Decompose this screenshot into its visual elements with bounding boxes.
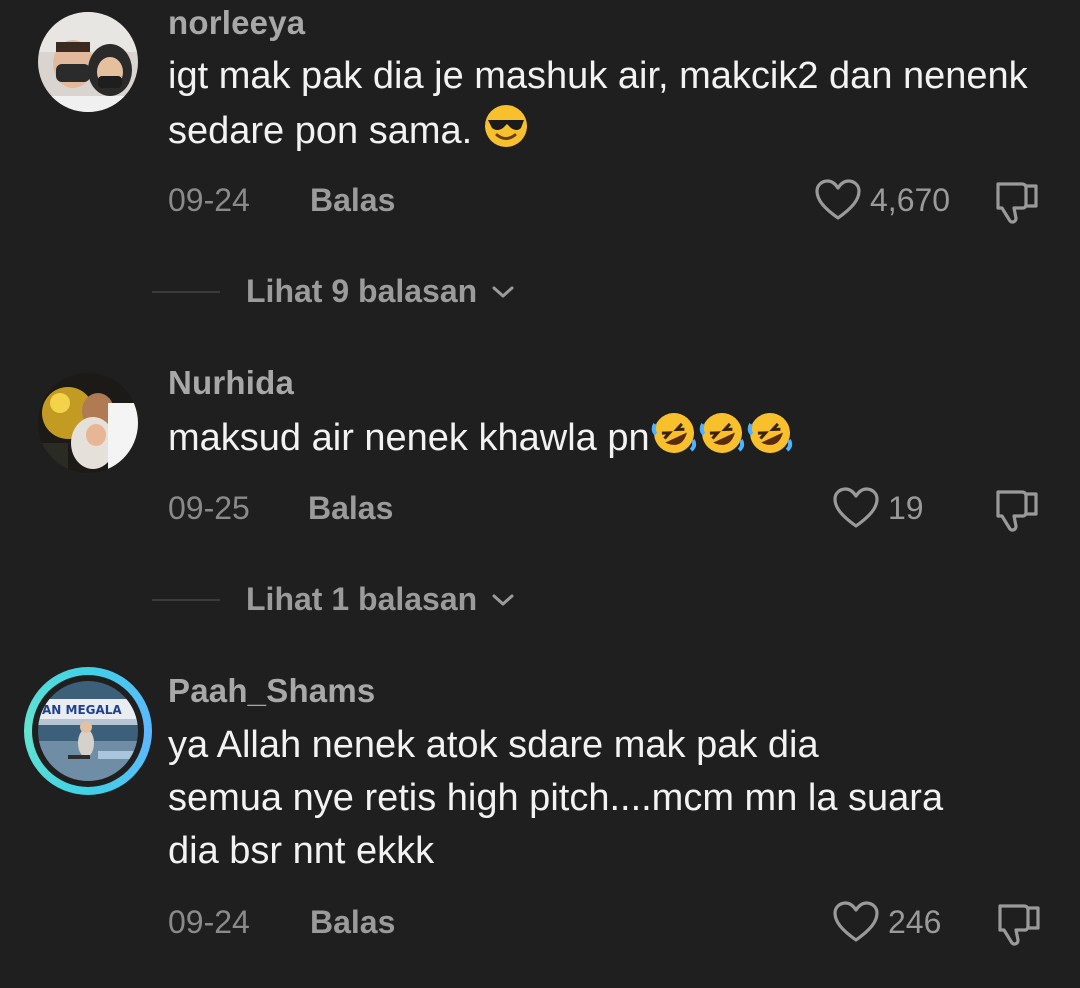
comment-text-line: ya Allah nenek atok sdare mak pak dia <box>168 724 819 766</box>
reply-button[interactable]: Balas <box>308 490 393 527</box>
like-button[interactable]: 246 <box>832 900 941 944</box>
comment-date: 09-24 <box>168 904 250 940</box>
view-replies-label: Lihat 9 balasan <box>246 273 478 309</box>
comment-text-line: dia bsr nnt ekkk <box>168 830 435 872</box>
like-button[interactable]: 19 <box>832 486 924 530</box>
rofl-emoji <box>746 410 794 471</box>
divider <box>152 598 220 601</box>
avatar-photo: AN MEGALA <box>38 681 138 781</box>
divider <box>152 290 220 293</box>
comment-date: 09-25 <box>168 490 250 526</box>
comment-text: ya Allah nenek atok sdare mak pak dia se… <box>168 719 1048 878</box>
avatar[interactable] <box>38 373 138 473</box>
avatar[interactable] <box>38 12 138 112</box>
dislike-icon[interactable] <box>992 486 1044 534</box>
heart-icon <box>833 487 879 528</box>
comment-username[interactable]: norleeya <box>168 4 305 42</box>
view-replies-label: Lihat 1 balasan <box>246 581 478 617</box>
view-replies-toggle[interactable]: Lihat 1 balasan <box>152 581 515 618</box>
like-count: 19 <box>888 489 924 526</box>
comment-date: 09-24 <box>168 182 250 218</box>
rofl-emoji <box>698 410 746 471</box>
avatar-photo <box>38 12 138 112</box>
like-button[interactable]: 4,670 <box>814 178 950 222</box>
dislike-icon[interactable] <box>994 900 1046 948</box>
comment-username[interactable]: Paah_Shams <box>168 672 375 710</box>
story-ring-avatar[interactable]: AN MEGALA <box>24 667 152 795</box>
chevron-down-icon <box>492 594 514 605</box>
comment-text: maksud air nenek khawla pn <box>168 410 1048 471</box>
comment-username[interactable]: Nurhida <box>168 364 294 402</box>
avatar-banner-text: AN MEGALA <box>42 703 122 717</box>
avatar-photo <box>38 373 138 473</box>
comment-text-line: semua nye retis high pitch....mcm mn la … <box>168 777 944 819</box>
chevron-down-icon <box>492 286 514 297</box>
reply-button[interactable]: Balas <box>310 904 395 941</box>
sunglasses-emoji <box>483 103 529 164</box>
comment-text: igt mak pak dia je mashuk air, makcik2 d… <box>168 50 1048 164</box>
heart-icon <box>833 901 879 942</box>
reply-button[interactable]: Balas <box>310 182 395 219</box>
rofl-emoji <box>650 410 698 471</box>
view-replies-toggle[interactable]: Lihat 9 balasan <box>152 273 515 310</box>
dislike-icon[interactable] <box>992 178 1044 226</box>
avatar: AN MEGALA <box>38 681 138 781</box>
like-count: 4,670 <box>870 181 951 218</box>
like-count: 246 <box>888 903 942 940</box>
heart-icon <box>815 179 861 220</box>
